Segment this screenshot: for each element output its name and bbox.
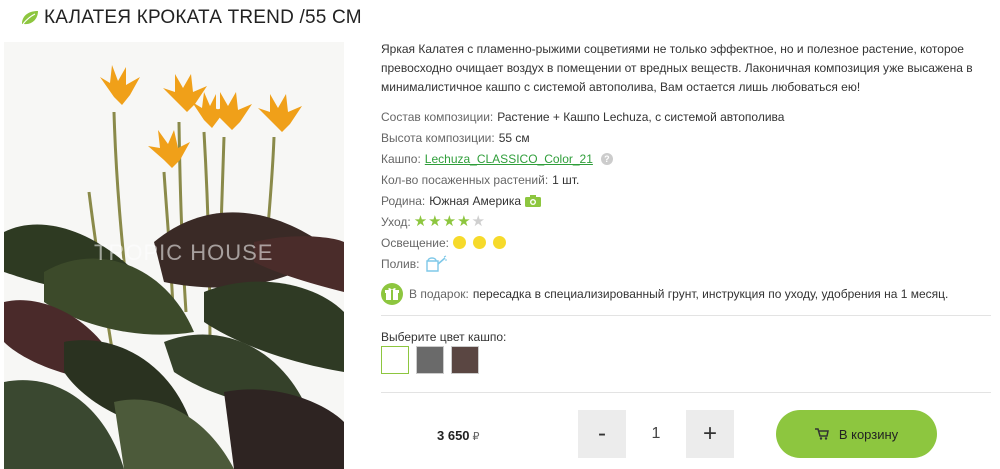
care-rating: ★ ★ ★ ★ ★: [414, 214, 486, 229]
sun-icon: [493, 236, 506, 249]
pot-link[interactable]: Lechuza_CLASSICO_Color_21: [425, 152, 593, 166]
divider: [381, 392, 991, 393]
add-to-cart-button[interactable]: В корзину: [776, 410, 937, 458]
watering-can-icon: [426, 255, 448, 272]
prop-label: Кол-во посаженных растений:: [381, 172, 549, 187]
gift-note: В подарок: пересадка в специализированны…: [381, 283, 948, 305]
photo-watermark: TROPIC HOUSE: [94, 240, 274, 265]
increase-button[interactable]: +: [686, 410, 734, 458]
camera-icon[interactable]: [525, 194, 542, 207]
prop-count: Кол-во посаженных растений: 1 шт.: [381, 169, 993, 190]
prop-value: Южная Америка: [429, 193, 522, 208]
swatch-fill: [451, 346, 479, 374]
star-icon: ★: [471, 213, 485, 230]
color-swatch-brown[interactable]: [451, 346, 479, 374]
leaf-icon: [22, 11, 38, 25]
star-icon: ★: [442, 213, 457, 230]
prop-label: Родина:: [381, 193, 426, 208]
product-details: Яркая Калатея с пламенно-рыжими соцветия…: [381, 40, 993, 458]
sun-icon: [473, 236, 486, 249]
pot-color-swatches: [381, 346, 486, 374]
light-level: [453, 236, 513, 249]
help-icon[interactable]: ?: [600, 152, 613, 165]
gift-icon: [381, 283, 403, 305]
color-swatch-white[interactable]: [381, 346, 409, 374]
star-icon: ★: [428, 213, 442, 230]
prop-composition: Состав композиции: Растение + Кашпо Lech…: [381, 106, 993, 127]
quantity-stepper: - +: [578, 410, 734, 458]
prop-label: Состав композиции:: [381, 109, 494, 124]
pot-color-title: Выберите цвет кашпо:: [381, 330, 507, 344]
divider: [381, 315, 991, 316]
prop-water: Полив:: [381, 253, 993, 274]
price: 3 650 ₽: [437, 428, 480, 443]
swatch-fill: [416, 346, 444, 374]
currency: ₽: [472, 431, 480, 443]
color-swatch-graphite[interactable]: [416, 346, 444, 374]
prop-value: Растение + Кашпо Lechuza, с системой авт…: [497, 109, 785, 124]
prop-label: Уход:: [381, 214, 411, 229]
page-title: КАЛАТЕЯ КРОКАТА TREND /55 СМ: [44, 7, 362, 28]
prop-care: Уход: ★ ★ ★ ★ ★: [381, 211, 993, 232]
product-photo: TROPIC HOUSE: [4, 42, 344, 469]
quantity-input[interactable]: [626, 410, 686, 458]
title-bar: КАЛАТЕЯ КРОКАТА TREND /55 СМ: [20, 6, 362, 30]
price-value: 3 650: [437, 428, 470, 443]
prop-pot: Кашпо: Lechuza_CLASSICO_Color_21 ?: [381, 148, 993, 169]
prop-origin: Родина: Южная Америка: [381, 190, 993, 211]
product-properties: Состав композиции: Растение + Кашпо Lech…: [381, 106, 993, 274]
prop-label: Освещение:: [381, 235, 449, 250]
sun-icon: [453, 236, 466, 249]
prop-value: 1 шт.: [552, 172, 580, 187]
decrease-button[interactable]: -: [578, 410, 626, 458]
prop-value: 55 см: [498, 130, 530, 145]
prop-light: Освещение:: [381, 232, 993, 253]
cart-icon: [814, 428, 829, 440]
prop-label: Высота композиции:: [381, 130, 495, 145]
gift-label: В подарок:: [409, 287, 469, 301]
cart-label: В корзину: [838, 426, 899, 442]
star-icon: ★: [413, 213, 428, 230]
gift-text: пересадка в специализированный грунт, ин…: [472, 287, 949, 301]
star-icon: ★: [457, 213, 471, 230]
prop-label: Кашпо:: [381, 151, 421, 166]
prop-height: Высота композиции: 55 см: [381, 127, 993, 148]
product-description: Яркая Калатея с пламенно-рыжими соцветия…: [381, 42, 973, 94]
prop-label: Полив:: [381, 256, 420, 271]
